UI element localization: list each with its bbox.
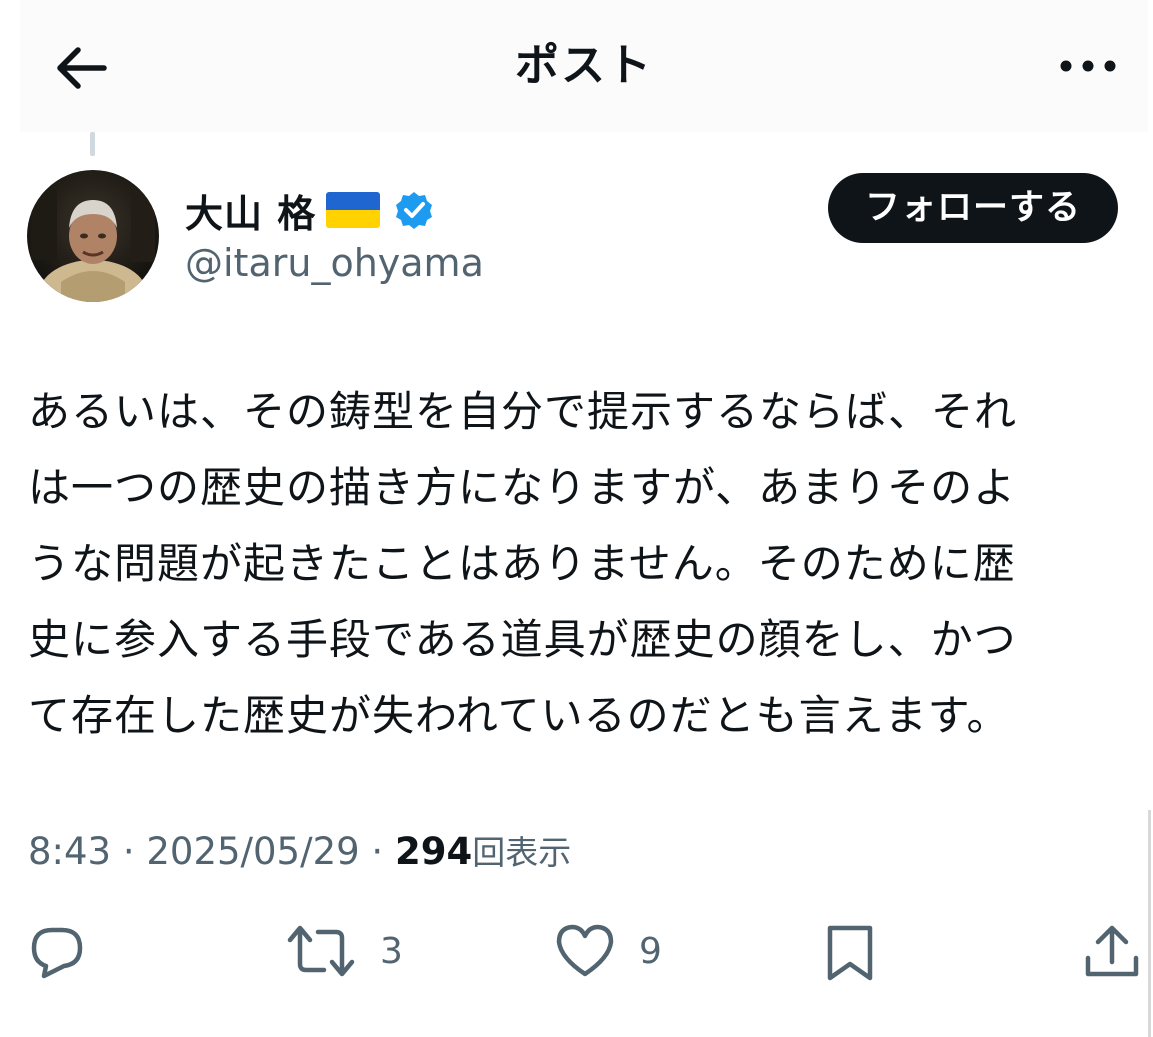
like-button[interactable]: 9 xyxy=(555,922,662,980)
post-text-line: あるいは、その鋳型を自分で提示するならば、それ xyxy=(28,387,1018,436)
more-horizontal-icon xyxy=(1060,60,1116,72)
retweet-count: 3 xyxy=(380,930,403,972)
post-detail-screen: ポスト 大山 格 @itaru_ohyama フォローする あるいは、その鋳型を… xyxy=(0,0,1153,1037)
more-options-button[interactable] xyxy=(1058,48,1118,84)
author-name-row[interactable]: 大山 格 xyxy=(185,182,434,238)
post-time[interactable]: 8:43 xyxy=(28,830,111,873)
post-text-line: 史に参入する手段である道具が歴史の顔をし、かつ xyxy=(28,615,1017,664)
bookmark-icon xyxy=(827,925,873,981)
post-meta: 8:43 · 2025/05/29 · 294回表示 xyxy=(28,826,571,879)
post-text-line: て存在した歴史が失われているのだとも言えます。 xyxy=(28,691,1010,740)
post-date[interactable]: 2025/05/29 xyxy=(146,830,359,873)
post-text-line: は一つの歴史の描き方になりますが、あまりそのよ xyxy=(28,463,1017,512)
heart-icon xyxy=(556,924,614,977)
post-text: あるいは、その鋳型を自分で提示するならば、それ は一つの歴史の描き方になりますが… xyxy=(28,374,1128,754)
screen-edge xyxy=(1148,810,1151,1037)
bookmark-button[interactable] xyxy=(824,922,876,984)
author-handle[interactable]: @itaru_ohyama xyxy=(185,238,484,288)
author-display-name[interactable]: 大山 格 xyxy=(185,183,316,238)
retweet-icon xyxy=(287,925,355,977)
share-button[interactable] xyxy=(1082,922,1142,982)
reply-icon xyxy=(31,927,83,979)
follow-button[interactable]: フォローする xyxy=(828,173,1118,243)
meta-separator: · xyxy=(122,830,135,873)
views-label[interactable]: 回表示 xyxy=(472,833,571,872)
share-icon xyxy=(1085,925,1139,977)
avatar-image xyxy=(27,170,159,302)
verified-badge-icon xyxy=(396,192,433,229)
avatar[interactable] xyxy=(27,170,159,302)
reply-button[interactable] xyxy=(28,922,86,980)
like-count: 9 xyxy=(639,930,662,972)
page-title: ポスト xyxy=(515,40,653,91)
views-count[interactable]: 294 xyxy=(395,830,472,873)
ukraine-flag-icon xyxy=(326,192,381,228)
thread-connector-line xyxy=(90,132,95,156)
top-bar: ポスト xyxy=(20,0,1148,132)
retweet-button[interactable]: 3 xyxy=(286,922,403,980)
post-text-line: うな問題が起きたことはありません。そのために歴 xyxy=(28,539,1016,588)
meta-separator: · xyxy=(371,830,384,873)
